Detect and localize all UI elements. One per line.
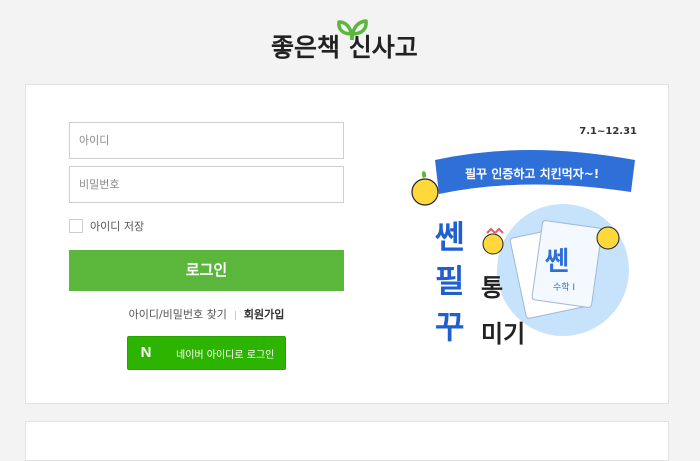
mascot-icon [411,178,439,206]
find-account-link[interactable]: 아이디/비밀번호 찾기 [129,308,227,321]
join-link[interactable]: 회원가입 [244,308,284,321]
book-title: 쎈 [545,247,569,277]
side-char-1: 통 [481,274,503,302]
naver-login-label: 네이버 아이디로 로그인 [176,349,275,361]
book-subtitle: 수학 I [553,282,575,293]
link-divider [234,310,236,320]
remember-label: 아이디 저장 [90,220,145,233]
title-char-1: 쎈 [435,218,464,256]
promo-illustration: 필꾸 인증하고 치킨먹자~! 쎈 수학 I 쎈 필 꾸 통 미기 [411,150,635,348]
id-input[interactable] [69,122,344,159]
title-char-3: 꾸 [435,308,464,346]
promo-ribbon-text: 필꾸 인증하고 치킨먹자~! [465,166,599,181]
remember-checkbox[interactable] [69,219,83,233]
leaf-icon [337,19,368,41]
site-logo[interactable]: 좋은책 신사고 [271,18,431,64]
naver-login-button[interactable]: N 네이버 아이디로 로그인 [127,336,286,370]
title-char-2: 필 [435,262,464,300]
promo-banner[interactable]: 7.1~12.31 필꾸 인증하고 치킨먹자~! 쎈 수학 I 쎈 필 꾸 통 [395,120,645,360]
login-card: 아이디 저장 로그인 아이디/비밀번호 찾기 회원가입 N 네이버 아이디로 로그… [25,84,669,404]
side-char-2: 미기 [481,320,525,348]
naver-icon: N [140,344,152,361]
remember-id[interactable]: 아이디 저장 [69,218,144,234]
secondary-card [25,421,669,461]
account-links: 아이디/비밀번호 찾기 회원가입 [69,306,344,322]
password-input[interactable] [69,166,344,203]
login-button[interactable]: 로그인 [69,250,344,291]
